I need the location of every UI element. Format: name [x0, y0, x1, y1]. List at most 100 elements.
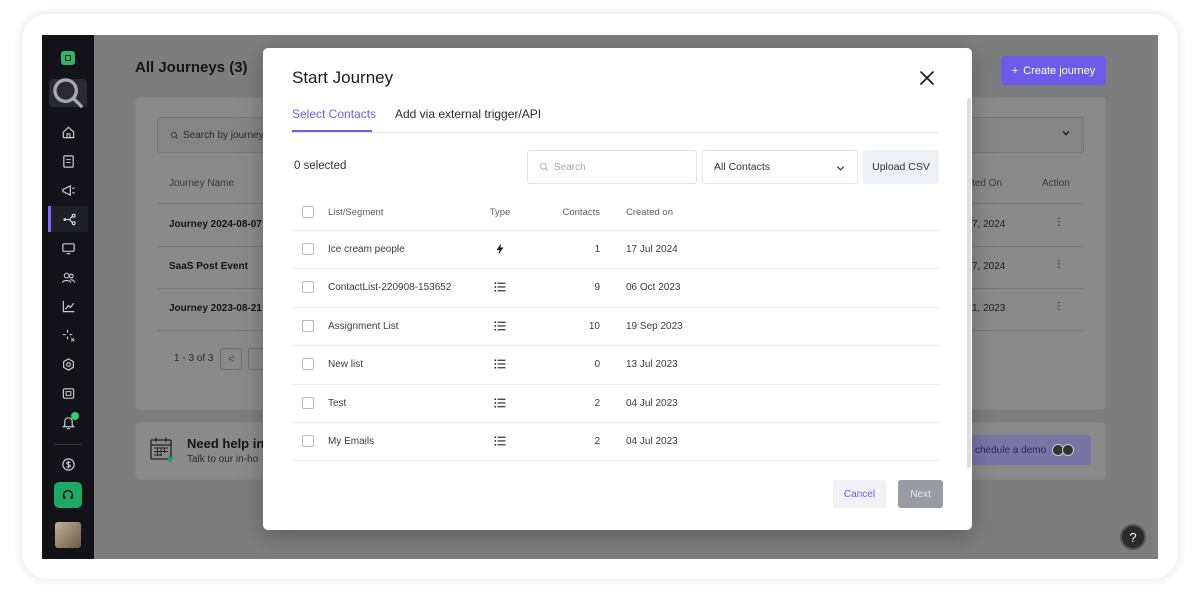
journey-row-created: 7, 2024 — [972, 261, 1006, 272]
create-journey-button[interactable]: + Create journey — [1001, 56, 1106, 85]
headset-icon[interactable] — [54, 482, 82, 508]
row-created: 04 Jul 2023 — [626, 398, 678, 409]
more-options-icon[interactable]: ⋮ — [1054, 217, 1064, 228]
list-icon — [488, 397, 512, 409]
table-header: List/Segment Type Contacts Created on — [292, 194, 940, 230]
row-contacts: 1 — [594, 244, 600, 255]
journey-search-placeholder: Search by journey — [183, 129, 264, 141]
row-contacts: 2 — [594, 398, 600, 409]
row-contacts: 10 — [588, 321, 600, 332]
next-button[interactable]: Next — [898, 480, 943, 508]
tab-divider — [292, 132, 939, 133]
contacts-search-input[interactable]: Search — [527, 150, 697, 184]
agent-avatar — [1062, 444, 1075, 456]
selected-count: 0 selected — [294, 160, 347, 172]
megaphone-icon[interactable] — [48, 177, 88, 203]
template-icon[interactable] — [48, 235, 88, 261]
modal-title: Start Journey — [292, 68, 394, 87]
column-created-on[interactable]: ted On — [972, 178, 1002, 189]
row-contacts: 2 — [594, 436, 600, 447]
contacts-filter-value: All Contacts — [714, 161, 771, 173]
journey-row-name[interactable]: SaaS Post Event — [169, 261, 248, 272]
list-icon — [488, 358, 512, 370]
schedule-demo-label: chedule a demo — [975, 444, 1047, 456]
tab-external-trigger[interactable]: Add via external trigger/API — [395, 107, 541, 121]
table-bottom-divider — [292, 460, 940, 461]
row-checkbox[interactable] — [302, 320, 314, 332]
home-icon[interactable] — [48, 119, 88, 145]
table-row[interactable]: My Emails 2 04 Jul 2023 — [292, 422, 940, 460]
row-checkbox[interactable] — [302, 397, 314, 409]
document-icon[interactable] — [48, 148, 88, 174]
column-journey-name[interactable]: Journey Name — [169, 178, 234, 189]
modal-scrollbar[interactable] — [967, 98, 971, 468]
chevron-down-icon — [1062, 131, 1070, 136]
search-icon[interactable] — [49, 78, 87, 109]
table-row[interactable]: Ice cream people 1 17 Jul 2024 — [292, 230, 940, 268]
list-icon — [488, 320, 512, 332]
column-created-on: Created on — [626, 207, 674, 218]
search-placeholder: Search — [554, 161, 586, 173]
row-name: ContactList-220908-153652 — [328, 282, 452, 293]
integrations-icon[interactable] — [48, 380, 88, 406]
more-options-icon[interactable]: ⋮ — [1054, 259, 1064, 270]
journey-row-name[interactable]: Journey 2023-08-21 — [169, 303, 262, 314]
calendar-icon — [150, 437, 174, 463]
bell-icon[interactable] — [48, 409, 88, 435]
upload-csv-button[interactable]: Upload CSV — [863, 150, 939, 184]
list-icon — [488, 281, 512, 293]
tab-select-contacts[interactable]: Select Contacts — [292, 107, 376, 121]
row-created: 17 Jul 2024 — [626, 244, 678, 255]
help-fab-button[interactable]: ? — [1120, 524, 1146, 550]
journey-filter-select[interactable] — [970, 117, 1084, 153]
table-row[interactable]: Test 2 04 Jul 2023 — [292, 384, 940, 422]
avatar[interactable] — [55, 522, 81, 548]
chevron-down-icon — [836, 166, 845, 171]
column-type: Type — [489, 207, 511, 218]
column-action: Action — [1042, 178, 1070, 189]
row-contacts: 9 — [594, 282, 600, 293]
row-name: My Emails — [328, 436, 375, 447]
more-options-icon[interactable]: ⋮ — [1054, 301, 1064, 312]
row-created: 13 Jul 2023 — [626, 359, 678, 370]
select-all-checkbox[interactable] — [302, 206, 314, 218]
row-name: New list — [328, 359, 364, 370]
journey-row-created: 7, 2024 — [972, 219, 1006, 230]
table-row[interactable]: ContactList-220908-153652 9 06 Oct 2023 — [292, 268, 940, 306]
contacts-icon[interactable] — [48, 264, 88, 290]
row-checkbox[interactable] — [302, 435, 314, 447]
lightning-icon — [488, 243, 512, 255]
row-name: Ice cream people — [328, 244, 405, 255]
prev-page-button[interactable]: < — [220, 348, 242, 370]
start-journey-modal: Start Journey Select Contacts Add via ex… — [263, 48, 972, 530]
logo-icon[interactable] — [61, 51, 75, 65]
schedule-demo-button[interactable]: chedule a demo — [967, 435, 1091, 465]
journey-row-name[interactable]: Journey 2024-08-07 — [169, 219, 262, 230]
billing-icon[interactable] — [48, 451, 88, 477]
search-icon — [540, 163, 549, 172]
notification-dot — [71, 412, 79, 420]
row-checkbox[interactable] — [302, 281, 314, 293]
analytics-icon[interactable] — [48, 293, 88, 319]
column-contacts: Contacts — [562, 207, 601, 218]
settings-icon[interactable] — [48, 351, 88, 377]
create-journey-label: Create journey — [1023, 64, 1096, 77]
table-row[interactable]: New list 0 13 Jul 2023 — [292, 345, 940, 383]
help-subtitle: Talk to our in-ho — [187, 454, 259, 465]
search-icon — [170, 131, 179, 139]
help-title: Need help in — [187, 436, 265, 451]
sparkle-icon[interactable] — [48, 322, 88, 348]
journey-row-created: 1, 2023 — [972, 303, 1006, 314]
row-created: 19 Sep 2023 — [626, 321, 683, 332]
row-created: 06 Oct 2023 — [626, 282, 681, 293]
row-checkbox[interactable] — [302, 358, 314, 370]
contacts-filter-dropdown[interactable]: All Contacts — [702, 150, 858, 184]
row-checkbox[interactable] — [302, 243, 314, 255]
sidebar — [42, 35, 94, 559]
sidebar-divider — [54, 444, 82, 445]
table-row[interactable]: Assignment List 10 19 Sep 2023 — [292, 307, 940, 345]
journey-icon[interactable] — [48, 206, 88, 232]
row-created: 04 Jul 2023 — [626, 436, 678, 447]
close-icon[interactable] — [918, 69, 936, 87]
cancel-button[interactable]: Cancel — [833, 480, 886, 508]
